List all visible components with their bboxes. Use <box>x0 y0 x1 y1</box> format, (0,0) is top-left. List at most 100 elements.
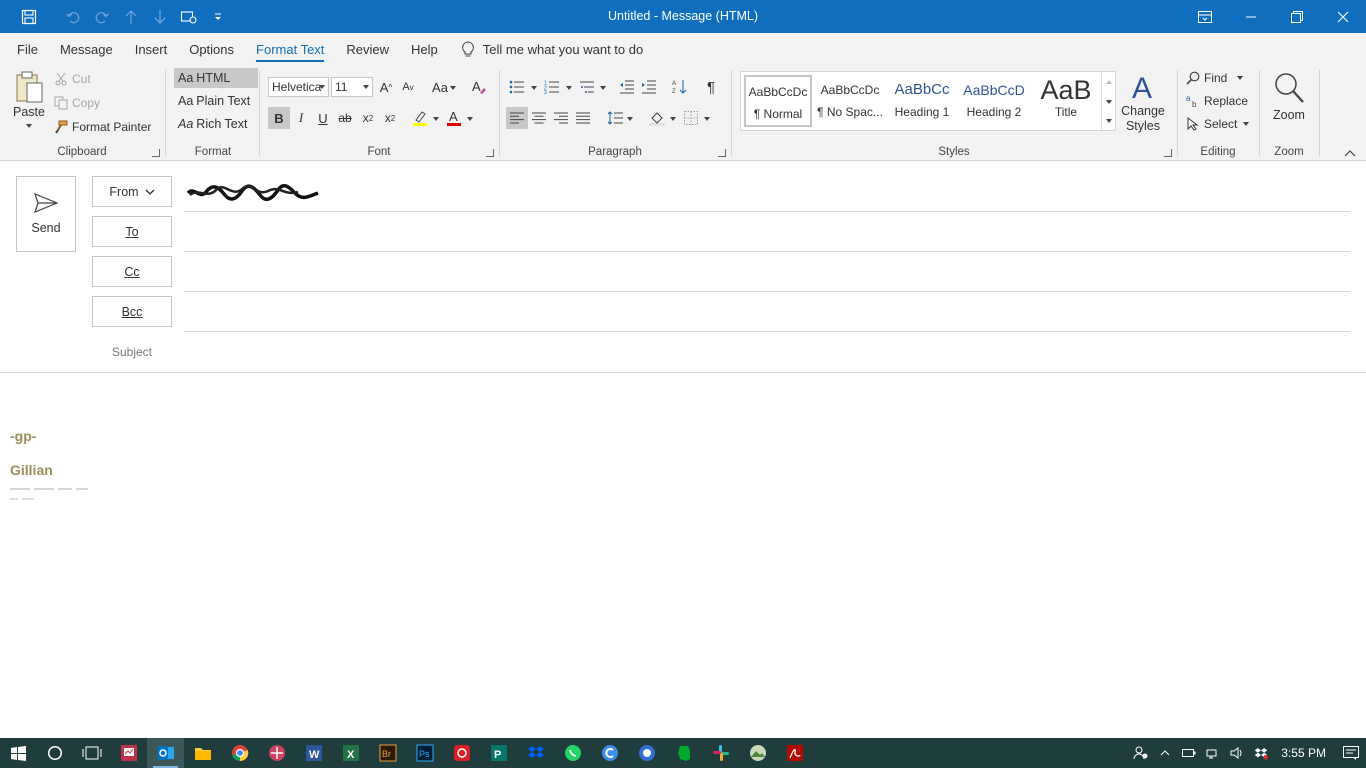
publisher-icon[interactable]: P <box>480 738 517 768</box>
style-normal[interactable]: AaBbCcDc ¶ Normal <box>744 75 812 127</box>
tab-help[interactable]: Help <box>400 33 449 66</box>
tell-me-box[interactable]: Tell me what you want to do <box>461 33 643 66</box>
photos-app-icon[interactable] <box>739 738 776 768</box>
search-icon[interactable] <box>36 738 73 768</box>
creative-cloud-icon[interactable] <box>443 738 480 768</box>
gallery-down-icon[interactable] <box>1106 100 1112 104</box>
down-arrow-icon[interactable] <box>145 0 174 33</box>
collapse-ribbon-icon[interactable] <box>1344 146 1358 158</box>
show-formatting-marks-icon[interactable]: ¶ <box>700 76 722 98</box>
styles-launcher-icon[interactable] <box>1164 149 1172 157</box>
touch-mode-icon[interactable] <box>174 0 203 33</box>
format-plain-text-button[interactable]: Aa Plain Text <box>174 91 258 111</box>
close-icon[interactable] <box>1320 0 1366 33</box>
undo-icon[interactable] <box>58 0 87 33</box>
format-rich-text-button[interactable]: Aa Rich Text <box>174 114 258 134</box>
copy-button[interactable]: Copy <box>54 92 100 114</box>
gallery-scrollbar[interactable] <box>1101 72 1115 130</box>
format-html-button[interactable]: Aa HTML <box>174 68 258 88</box>
people-icon[interactable] <box>1129 738 1153 768</box>
italic-icon[interactable]: I <box>290 107 312 129</box>
up-arrow-icon[interactable] <box>116 0 145 33</box>
style-no-spacing[interactable]: AaBbCcDc ¶ No Spac... <box>816 75 884 127</box>
cc-button[interactable]: Cc <box>92 256 172 287</box>
app-c-icon[interactable] <box>591 738 628 768</box>
decrease-indent-icon[interactable] <box>616 76 638 98</box>
photoshop-icon[interactable]: Ps <box>406 738 443 768</box>
bold-icon[interactable]: B <box>268 107 290 129</box>
justify-icon[interactable] <box>572 107 594 129</box>
save-icon[interactable] <box>0 0 58 33</box>
strikethrough-icon[interactable]: ab <box>334 107 356 129</box>
app-compass-icon[interactable] <box>628 738 665 768</box>
windows-start-icon[interactable] <box>0 738 36 768</box>
slack-icon[interactable] <box>702 738 739 768</box>
font-launcher-icon[interactable] <box>486 149 494 157</box>
style-title[interactable]: AaB Title <box>1032 75 1100 127</box>
clear-formatting-icon[interactable]: A <box>468 76 490 98</box>
bcc-field[interactable] <box>186 298 1346 326</box>
volume-icon[interactable] <box>1225 738 1249 768</box>
align-center-icon[interactable] <box>528 107 550 129</box>
highlight-icon[interactable] <box>409 107 431 129</box>
style-heading-2[interactable]: AaBbCcD Heading 2 <box>960 75 1028 127</box>
gallery-more-icon[interactable] <box>1106 119 1112 123</box>
outlook-icon[interactable] <box>147 738 184 768</box>
acrobat-icon[interactable] <box>776 738 813 768</box>
cc-field[interactable] <box>186 258 1346 286</box>
align-right-icon[interactable] <box>550 107 572 129</box>
show-hidden-icons-icon[interactable] <box>1153 738 1177 768</box>
bridge-icon[interactable]: Br <box>369 738 406 768</box>
multilevel-list-icon[interactable] <box>576 76 598 98</box>
tab-insert[interactable]: Insert <box>124 33 179 66</box>
clipboard-launcher-icon[interactable] <box>152 149 160 157</box>
font-color-icon[interactable]: A <box>443 107 465 129</box>
bullets-icon[interactable] <box>506 76 528 98</box>
chrome-icon[interactable] <box>221 738 258 768</box>
redo-icon[interactable] <box>87 0 116 33</box>
evernote-icon[interactable] <box>665 738 702 768</box>
word-icon[interactable]: W <box>295 738 332 768</box>
select-button[interactable]: Select <box>1186 113 1250 135</box>
gallery-up-icon[interactable] <box>1106 80 1112 84</box>
battery-icon[interactable] <box>1177 738 1201 768</box>
numbering-icon[interactable]: 123 <box>541 76 563 98</box>
task-view-icon[interactable] <box>73 738 110 768</box>
underline-icon[interactable]: U <box>312 107 334 129</box>
subject-field[interactable] <box>186 338 1346 366</box>
send-button[interactable]: Send <box>16 176 76 252</box>
network-icon[interactable] <box>1201 738 1225 768</box>
borders-icon[interactable] <box>680 107 702 129</box>
format-painter-button[interactable]: Format Painter <box>54 116 151 138</box>
font-name-combo[interactable]: Helvetica <box>268 77 329 97</box>
style-heading-1[interactable]: AaBbCc Heading 1 <box>888 75 956 127</box>
superscript-icon[interactable]: x2 <box>379 107 401 129</box>
excel-icon[interactable]: X <box>332 738 369 768</box>
zoom-button[interactable]: Zoom <box>1266 72 1312 132</box>
tab-file[interactable]: File <box>6 33 49 66</box>
align-left-icon[interactable] <box>506 107 528 129</box>
ribbon-display-options-icon[interactable] <box>1182 0 1228 33</box>
action-center-icon[interactable] <box>1336 738 1366 768</box>
to-button[interactable]: To <box>92 216 172 247</box>
tab-message[interactable]: Message <box>49 33 124 66</box>
restore-icon[interactable] <box>1274 0 1320 33</box>
tab-options[interactable]: Options <box>178 33 245 66</box>
tab-format-text[interactable]: Format Text <box>245 33 335 66</box>
presentation-app-icon[interactable] <box>110 738 147 768</box>
font-size-combo[interactable]: 11 <box>331 77 373 97</box>
change-styles-button[interactable]: A Change Styles <box>1120 70 1166 140</box>
customize-qat-icon[interactable] <box>203 0 232 33</box>
message-body[interactable] <box>0 373 1366 738</box>
to-field[interactable] <box>186 218 1346 246</box>
tab-review[interactable]: Review <box>335 33 400 66</box>
file-explorer-icon[interactable] <box>184 738 221 768</box>
remote-app-icon[interactable] <box>258 738 295 768</box>
shrink-font-icon[interactable]: Av <box>397 76 419 98</box>
dropbox-icon[interactable] <box>517 738 554 768</box>
grow-font-icon[interactable]: A ^ <box>375 76 397 98</box>
paragraph-launcher-icon[interactable] <box>718 149 726 157</box>
whatsapp-icon[interactable] <box>554 738 591 768</box>
clock[interactable]: 3:55 PM <box>1273 746 1336 760</box>
increase-indent-icon[interactable] <box>638 76 660 98</box>
